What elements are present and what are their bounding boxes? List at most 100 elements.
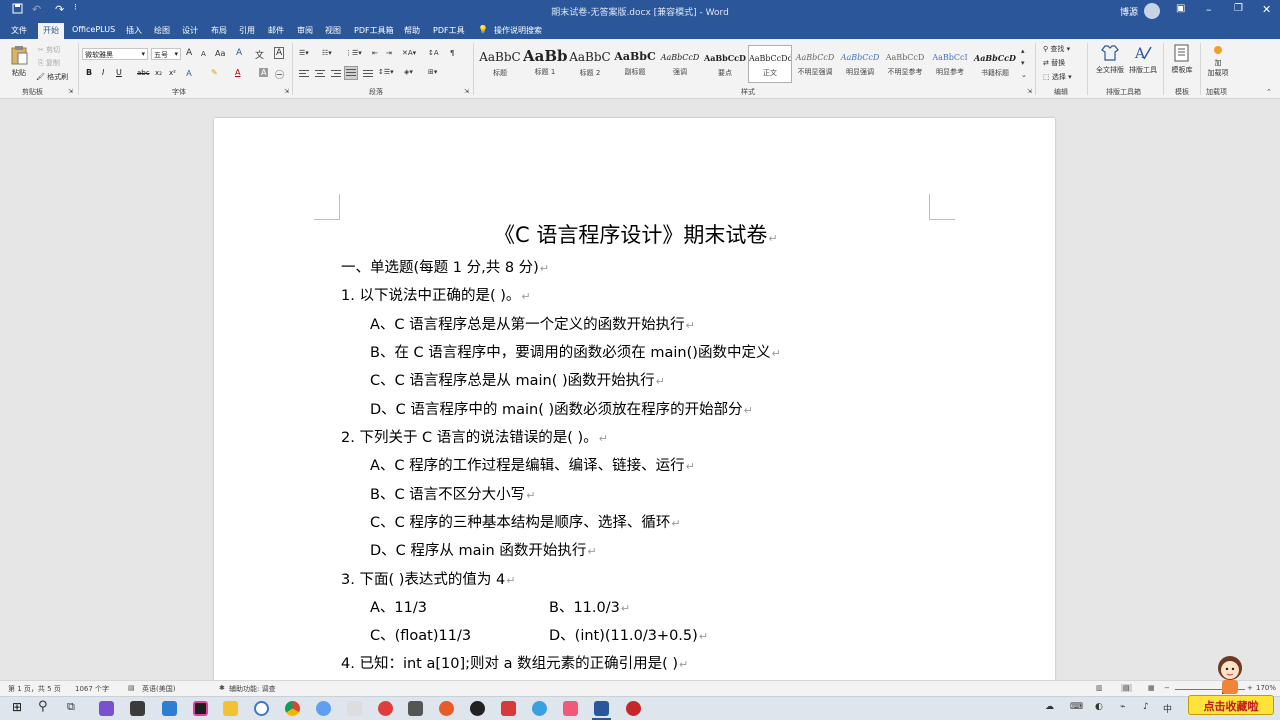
shading-icon[interactable]: ◈▾	[404, 68, 413, 76]
user-name[interactable]: 博源	[1120, 5, 1138, 18]
maximize-icon[interactable]: ❐	[1234, 3, 1243, 14]
copy-button[interactable]: ⎘ 复制	[38, 58, 60, 68]
doc-line[interactable]: D、C 语言程序中的 main( )函数必须放在程序的开始部分↵	[370, 398, 753, 419]
find-button[interactable]: ⚲ 查找 ▾	[1043, 44, 1070, 54]
tab-file[interactable]: 文件	[11, 25, 27, 36]
subscript-button[interactable]: x₂	[155, 69, 162, 77]
multilevel-list-icon[interactable]: ⋮☰▾	[345, 49, 362, 57]
style-intense-emphasis[interactable]: AaBbCcD 明显强调	[838, 45, 882, 83]
app-icon[interactable]	[439, 701, 454, 716]
visual-studio-icon[interactable]	[99, 701, 114, 716]
app-icon[interactable]	[254, 701, 269, 716]
addins-button[interactable]: 加 加载项	[1204, 45, 1232, 78]
font-color-button[interactable]: A	[235, 68, 240, 77]
app-icon[interactable]	[563, 701, 578, 716]
style-subtle-reference[interactable]: AaBbCcD 不明显参考	[883, 45, 927, 83]
doc-line[interactable]: C、(float)11/3	[370, 624, 471, 645]
justify-icon[interactable]	[344, 66, 358, 80]
borders-icon[interactable]: ⊞▾	[428, 68, 437, 76]
style-title[interactable]: AaBbC 标题	[478, 45, 522, 83]
zoom-out-icon[interactable]: −	[1164, 684, 1170, 692]
text-effects-icon[interactable]: Ａ	[185, 68, 193, 79]
styles-more-icon[interactable]: ⌄	[1021, 71, 1027, 79]
doc-line[interactable]: D、(int)(11.0/3+0.5)↵	[549, 624, 708, 645]
style-subtitle[interactable]: AaBbC 副标题	[613, 45, 657, 83]
style-emphasis[interactable]: AaBbCcD 强调	[658, 45, 702, 83]
highlight-color-icon[interactable]: ✎	[211, 68, 218, 77]
tab-view[interactable]: 视图	[325, 25, 341, 36]
app-icon[interactable]	[626, 701, 641, 716]
close-icon[interactable]: ✕	[1262, 3, 1271, 16]
doc-line[interactable]: A、C 程序的工作过程是编辑、编译、链接、运行↵	[370, 454, 695, 475]
style-intense-reference[interactable]: AaBbCcI 明显参考	[928, 45, 972, 83]
doc-line[interactable]: D、C 程序从 main 函数开始执行↵	[370, 539, 597, 560]
enclose-char-icon[interactable]: ㊀	[275, 68, 284, 81]
style-book-title[interactable]: AaBbCcD 书籍标题	[973, 45, 1017, 83]
superscript-button[interactable]: x²	[169, 69, 176, 77]
tray-icon[interactable]: ⌨	[1070, 702, 1083, 712]
tab-design[interactable]: 设计	[182, 25, 198, 36]
tab-draw[interactable]: 绘图	[154, 25, 170, 36]
show-formatting-marks-icon[interactable]: ¶	[450, 49, 454, 57]
page-count[interactable]: 第 1 页，共 5 页	[8, 684, 61, 694]
layout-tool-button[interactable]: A 排版工具	[1127, 44, 1159, 75]
doc-line[interactable]: 3. 下面( )表达式的值为 4↵	[341, 568, 515, 589]
tray-icon[interactable]: ◐	[1095, 702, 1103, 712]
replace-button[interactable]: ⇄ 替换	[1043, 58, 1065, 68]
tab-insert[interactable]: 插入	[126, 25, 142, 36]
tab-home[interactable]: 开始	[38, 23, 64, 39]
web-layout-icon[interactable]: ▦	[1148, 684, 1155, 692]
sort-icon[interactable]: ↕A	[428, 49, 439, 57]
align-center-icon[interactable]	[314, 68, 326, 78]
style-heading-1[interactable]: AaBb 标题 1	[523, 45, 567, 83]
tell-me-search[interactable]: 操作说明搜索	[494, 25, 542, 36]
app-icon[interactable]	[316, 701, 331, 716]
char-shading-button[interactable]: A	[259, 68, 269, 77]
line-spacing-icon[interactable]: ↕☰▾	[378, 68, 394, 76]
app-icon[interactable]	[347, 701, 362, 716]
file-explorer-icon[interactable]	[223, 701, 238, 716]
tab-references[interactable]: 引用	[239, 25, 255, 36]
style-normal[interactable]: AaBbCcDd 正文	[748, 45, 792, 83]
align-left-icon[interactable]	[298, 68, 310, 78]
read-mode-icon[interactable]: ▥	[1096, 684, 1103, 692]
app-icon[interactable]	[532, 701, 547, 716]
document-title[interactable]: 《C 语言程序设计》期末试卷↵	[494, 219, 778, 249]
tab-help[interactable]: 帮助	[404, 25, 420, 36]
avatar[interactable]	[1144, 3, 1160, 19]
styles-launcher-icon[interactable]: ⇲	[1027, 88, 1032, 95]
print-layout-icon[interactable]: ▤	[1121, 684, 1132, 692]
tab-review[interactable]: 审阅	[297, 25, 313, 36]
app-icon[interactable]	[501, 701, 516, 716]
doc-line[interactable]: A、C 语言程序总是从第一个定义的函数开始执行↵	[370, 313, 695, 334]
language[interactable]: 英语(美国)	[142, 684, 175, 694]
app-icon[interactable]	[162, 701, 177, 716]
language-icon[interactable]: 中	[1163, 702, 1172, 715]
doc-line[interactable]: 一、单选题(每题 1 分,共 8 分)↵	[341, 256, 549, 277]
template-library-button[interactable]: 模板库	[1168, 44, 1196, 75]
paragraph-launcher-icon[interactable]: ⇲	[464, 88, 469, 95]
doc-line[interactable]: C、C 程序的三种基本结构是顺序、选择、循环↵	[370, 511, 681, 532]
paste-button[interactable]: 粘贴	[8, 45, 30, 78]
task-view-icon[interactable]: ⧉	[67, 700, 75, 714]
onedrive-icon[interactable]: ☁	[1045, 702, 1054, 712]
styles-scroll-up-icon[interactable]: ▴	[1021, 47, 1025, 55]
network-icon[interactable]: ⌁	[1120, 702, 1125, 712]
font-size-select[interactable]: 五号 ▾	[151, 48, 181, 60]
word-count[interactable]: 1067 个字	[75, 684, 109, 694]
accessibility-status[interactable]: 辅助功能: 调查	[229, 684, 276, 694]
doc-line[interactable]: B、11.0/3↵	[549, 596, 630, 617]
doc-line[interactable]: 2. 下列关于 C 语言的说法错误的是( )。↵	[341, 426, 608, 447]
chrome-icon[interactable]	[285, 701, 300, 716]
increase-indent-icon[interactable]: ⇥	[386, 49, 392, 57]
tab-layout[interactable]: 布局	[211, 25, 227, 36]
app-icon[interactable]	[130, 701, 145, 716]
collapse-ribbon-icon[interactable]: ⌃	[1266, 88, 1272, 96]
tab-pdf-toolbox[interactable]: PDF工具箱	[354, 25, 394, 36]
windows-start-icon[interactable]: ⊞	[12, 700, 22, 714]
clipboard-launcher-icon[interactable]: ⇲	[68, 88, 73, 95]
document-page[interactable]: 《C 语言程序设计》期末试卷↵ 一、单选题(每题 1 分,共 8 分)↵ 1. …	[214, 118, 1055, 680]
word-icon[interactable]	[594, 701, 609, 716]
shrink-font-button[interactable]: A	[201, 50, 206, 58]
style-strong[interactable]: AaBbCcD 要点	[703, 45, 747, 83]
